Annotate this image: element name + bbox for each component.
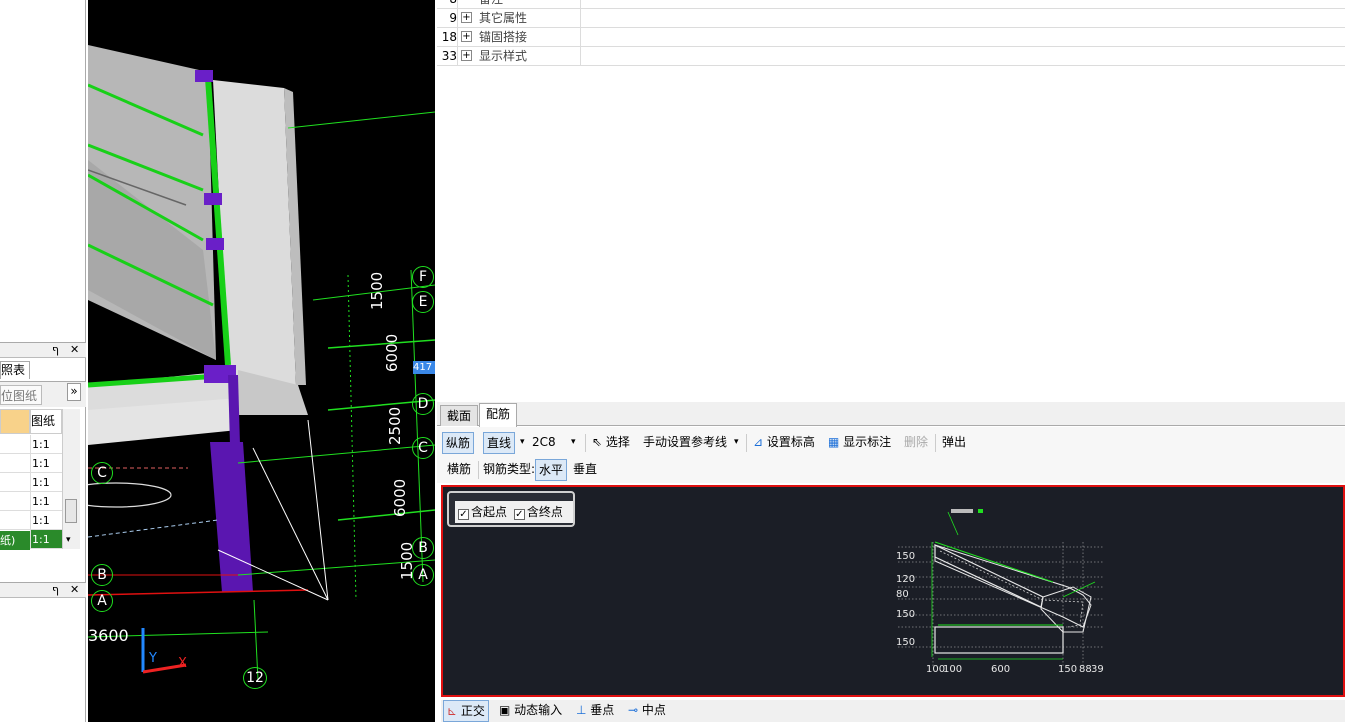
- popout-button[interactable]: 弹出: [939, 432, 969, 454]
- axis-label: A: [91, 590, 113, 612]
- expand-icon[interactable]: +: [461, 12, 472, 23]
- axis-label: F: [412, 266, 434, 288]
- table-cell-scale[interactable]: 1:1: [30, 454, 62, 473]
- ortho-icon: ⊾: [447, 704, 458, 718]
- close-icon[interactable]: ✕: [70, 583, 79, 597]
- axis-label: 12: [243, 667, 267, 689]
- tab-drawing-table[interactable]: 照表: [0, 361, 30, 379]
- table-column-header: 图纸比: [30, 409, 62, 451]
- rebar-section-drawing: 150 120 80 150 150 100 100 600 150 88 39: [896, 509, 1104, 675]
- transverse-rebar-button[interactable]: 横筋: [444, 459, 474, 481]
- section-tabs: 截面 配筋: [437, 402, 1345, 427]
- rebar-drawing-canvas[interactable]: ✓ 含起点 ✓ 含终点 150 120 80 150 150 100 100 6…: [441, 485, 1345, 697]
- midpoint-icon: ⊸: [628, 703, 639, 717]
- expand-button[interactable]: »: [67, 383, 81, 401]
- dynamic-input-box[interactable]: 417: [413, 361, 435, 374]
- dim-text: 150: [896, 551, 915, 562]
- reference-dropdown-icon[interactable]: ▾: [731, 432, 742, 454]
- axis-label: B: [412, 537, 434, 559]
- scrollbar-thumb[interactable]: [65, 499, 77, 523]
- table-header-cell: [0, 409, 30, 434]
- show-annotation-button[interactable]: ▦ 显示标注: [825, 432, 894, 454]
- table-row[interactable]: [0, 511, 30, 530]
- table-cell-scale[interactable]: 1:1: [30, 435, 62, 454]
- axis-label: E: [412, 291, 434, 313]
- rebar-toolbar: 纵筋 直线 ▾ 2C8 ▾ ⇖ 选择 手动设置参考线 ▾ ⊿ 设置标高 ▦ 显示…: [437, 427, 1345, 457]
- expand-icon[interactable]: +: [461, 50, 472, 61]
- properties-panel: 8 备注 9 + 其它属性 18 + 锚固搭接 33 + 显示样式: [437, 0, 1345, 66]
- subtab-drawing[interactable]: 位图纸: [0, 385, 42, 405]
- scroll-down-icon[interactable]: ▾: [66, 535, 71, 545]
- property-row[interactable]: 33 + 显示样式: [437, 47, 1345, 66]
- manual-reference-line-button[interactable]: 手动设置参考线: [640, 432, 730, 454]
- pin-icon[interactable]: ף: [52, 343, 59, 357]
- property-row[interactable]: 9 + 其它属性: [437, 9, 1345, 28]
- table-row[interactable]: [0, 454, 30, 473]
- dim-label: 3600: [88, 626, 129, 645]
- dim-label: 1500: [368, 271, 386, 310]
- ucs-y-label: Y: [149, 651, 157, 666]
- delete-button[interactable]: 删除: [901, 432, 931, 454]
- panel-header: ף ✕: [0, 342, 86, 358]
- dim-label: 6000: [383, 333, 401, 372]
- rebar-spec-select[interactable]: 2C8: [529, 432, 559, 454]
- axis-label: A: [412, 564, 434, 586]
- perpendicular-icon: ⊥: [576, 703, 587, 717]
- dynamic-input-icon: ▣: [499, 703, 511, 717]
- ucs-x-label: X: [178, 656, 187, 671]
- dim-text: 80: [896, 589, 909, 600]
- dim-text: 88: [1079, 664, 1092, 675]
- table-row[interactable]: [0, 473, 30, 492]
- table-scrollbar[interactable]: ▾: [62, 409, 80, 549]
- expand-icon[interactable]: +: [461, 31, 472, 42]
- 3d-viewport[interactable]: 1500 6000 2500 6000 1500 3600 417 F E D …: [88, 0, 435, 722]
- dim-text: 600: [991, 664, 1010, 675]
- table-cell-scale[interactable]: 1:1: [30, 511, 62, 530]
- table-row[interactable]: [0, 435, 30, 454]
- table-cell-scale[interactable]: 1:1: [30, 530, 62, 549]
- dim-text: 150: [896, 609, 915, 620]
- axis-label: C: [412, 437, 434, 459]
- ortho-button[interactable]: ⊾ 正交: [443, 700, 489, 722]
- dim-text: 39: [1091, 664, 1104, 675]
- pin-icon[interactable]: ף: [52, 583, 59, 597]
- set-elevation-button[interactable]: ⊿ 设置标高: [750, 432, 818, 454]
- horizontal-button[interactable]: 水平: [535, 459, 568, 481]
- tab-section[interactable]: 截面: [440, 405, 479, 426]
- perpendicular-snap-button[interactable]: ⊥ 垂点: [573, 700, 617, 722]
- table-cell-scale[interactable]: 1:1: [30, 492, 62, 511]
- elevation-icon: ⊿: [753, 435, 764, 449]
- cursor-icon: ⇖: [592, 435, 603, 449]
- line-mode-button[interactable]: 直线: [483, 432, 516, 454]
- axis-label: B: [91, 564, 113, 586]
- rebar-type-label: 钢筋类型:: [483, 462, 536, 476]
- table-cell-scale[interactable]: 1:1: [30, 473, 62, 492]
- dim-label: 2500: [386, 406, 404, 445]
- annotation-icon: ▦: [828, 435, 840, 449]
- vertical-button[interactable]: 垂直: [570, 459, 600, 481]
- property-row[interactable]: 18 + 锚固搭接: [437, 28, 1345, 47]
- left-panel: ף ✕ 照表 位图纸 » 图纸比 ▾ 1:11:11:11:11:11:1 纸)…: [0, 0, 86, 722]
- dim-text: 150: [896, 637, 915, 648]
- selected-row-label[interactable]: 纸): [0, 531, 30, 550]
- rebar-type-toolbar: 横筋 钢筋类型: 水平 垂直: [437, 457, 1345, 483]
- dynamic-input-button[interactable]: ▣ 动态输入: [496, 700, 565, 722]
- tab-reinforcement[interactable]: 配筋: [479, 403, 518, 427]
- midpoint-snap-button[interactable]: ⊸ 中点: [625, 700, 669, 722]
- longitudinal-rebar-button[interactable]: 纵筋: [442, 432, 475, 454]
- axis-label: D: [412, 393, 434, 415]
- dim-text: 150: [1058, 664, 1077, 675]
- dim-text: 100: [943, 664, 962, 675]
- select-button[interactable]: ⇖ 选择: [589, 432, 633, 454]
- axis-label: C: [91, 462, 113, 484]
- snap-statusbar: ⊾ 正交 ▣ 动态输入 ⊥ 垂点 ⊸ 中点: [441, 700, 1345, 722]
- table-row[interactable]: [0, 492, 30, 511]
- line-mode-dropdown-icon[interactable]: ▾: [517, 432, 528, 454]
- dim-text: 120: [896, 574, 915, 585]
- property-row[interactable]: 8 备注: [437, 0, 1345, 9]
- rebar-spec-dropdown-icon[interactable]: ▾: [568, 432, 579, 454]
- dim-label: 6000: [391, 478, 409, 517]
- close-icon[interactable]: ✕: [70, 343, 79, 357]
- panel-header-2: ף ✕: [0, 582, 86, 598]
